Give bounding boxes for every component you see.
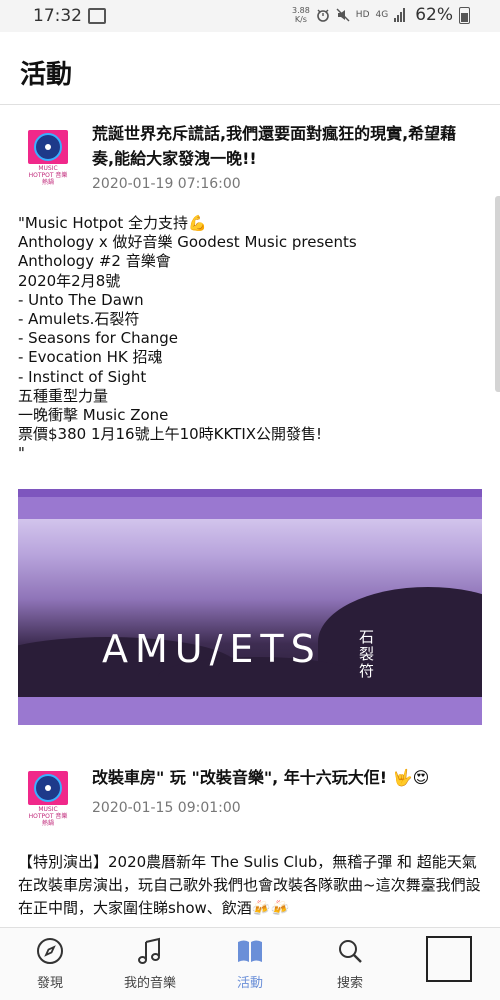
post-date: 2020-01-19 07:16:00	[92, 176, 241, 192]
recent-apps-button[interactable]	[426, 936, 472, 982]
music-note-icon	[138, 937, 160, 964]
post-title[interactable]: 荒誕世界充斥謊話,我們還要面對瘋狂的現實,希望藉奏,能給大家發洩一晚!!	[92, 121, 472, 171]
nav-search-label: 搜索	[336, 976, 363, 991]
nav-my-music[interactable]: 我的音樂	[100, 928, 200, 1000]
post-body: 【特別演出】2020農曆新年 The Sulis Club，無稽子彈 和 超能天…	[18, 853, 481, 917]
status-bar: 17:32 3.88 K/s HD 4G 62%	[0, 0, 500, 32]
bottom-navigation: 發現 我的音樂 活動 搜索	[0, 927, 500, 1000]
net-speed-indicator: 3.88 K/s	[292, 6, 310, 24]
logo-text: MUSIC HOTPOT 音樂熱鍋	[28, 165, 68, 186]
nav-my-music-label: 我的音樂	[123, 976, 176, 991]
nav-discover-label: 發現	[36, 976, 63, 991]
nav-events[interactable]: 活動	[200, 928, 300, 1000]
compass-icon	[37, 938, 63, 964]
scrollbar-handle[interactable]	[495, 196, 500, 392]
nav-search[interactable]: 搜索	[300, 928, 400, 1000]
event-post[interactable]: MUSIC HOTPOT 音樂熱鍋 改裝車房" 玩 "改裝音樂", 年十六玩大佢…	[0, 745, 500, 935]
status-time: 17:32	[33, 6, 82, 26]
lte-label: 4G	[375, 10, 389, 20]
amulets-cn-text: 石裂符	[357, 629, 375, 680]
notification-app-icon	[88, 8, 106, 24]
page-header: 活動	[0, 32, 500, 105]
music-hotpot-logo: MUSIC HOTPOT 音樂熱鍋	[28, 130, 68, 186]
alarm-icon	[316, 9, 329, 22]
event-image[interactable]: AMU/ETS 石裂符	[18, 489, 482, 725]
hd-label: HD	[355, 10, 370, 20]
mute-icon	[336, 8, 350, 22]
nav-events-label: 活動	[236, 976, 263, 991]
logo-text: MUSIC HOTPOT 音樂熱鍋	[28, 806, 68, 827]
image-top-strip	[18, 489, 482, 497]
nav-discover[interactable]: 發現	[0, 928, 100, 1000]
search-icon	[339, 940, 362, 963]
post-body: "Music Hotpot 全力支持💪 Anthology x 做好音樂 Goo…	[18, 214, 357, 463]
band-photo: AMU/ETS 石裂符	[18, 519, 482, 697]
music-hotpot-logo: MUSIC HOTPOT 音樂熱鍋	[28, 771, 68, 827]
vinyl-disc-icon	[28, 130, 68, 164]
battery-icon	[459, 6, 470, 24]
page-title: 活動	[20, 60, 73, 90]
signal-icon	[394, 8, 406, 22]
image-bottom-strip	[18, 697, 482, 725]
net-speed-unit: K/s	[294, 15, 307, 24]
post-title[interactable]: 改裝車房" 玩 "改裝音樂", 年十六玩大佢! 🤟😍	[92, 765, 472, 790]
amulets-logo-text: AMU/ETS	[102, 627, 322, 671]
status-indicators: 3.88 K/s HD 4G 62%	[292, 5, 470, 25]
battery-percent: 62%	[415, 5, 453, 25]
vinyl-disc-icon	[28, 771, 68, 805]
book-icon	[238, 940, 262, 962]
post-date: 2020-01-15 09:01:00	[92, 800, 241, 816]
net-speed-value: 3.88	[291, 6, 310, 15]
